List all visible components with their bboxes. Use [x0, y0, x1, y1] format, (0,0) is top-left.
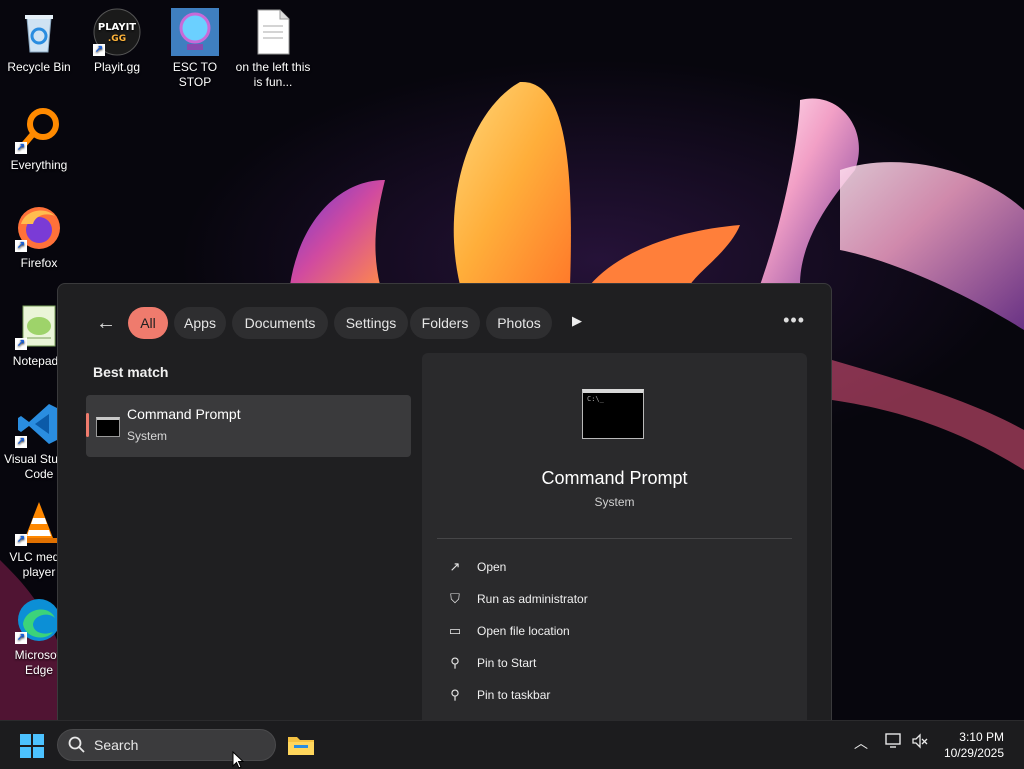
search-filter-bar: ← All Apps Documents Settings Folders Ph…	[88, 306, 811, 340]
svg-text:.GG: .GG	[108, 34, 126, 44]
windows-logo-square	[33, 747, 44, 758]
action-label: Run as administrator	[477, 592, 588, 606]
shortcut-arrow-icon: ↗	[15, 338, 27, 350]
desktop-icon-label: ESC TO STOP	[172, 60, 218, 89]
desktop-icon-playit[interactable]: PLAYIT .GG ↗ Playit.gg	[78, 8, 156, 75]
shortcut-arrow-icon: ↗	[15, 534, 27, 546]
action-pin-to-start[interactable]: ⚲ Pin to Start	[437, 649, 792, 677]
mouse-pointer-icon	[232, 751, 245, 769]
detail-title: Command Prompt	[541, 468, 688, 488]
edge-icon: ↗	[15, 596, 63, 644]
desktop-icon-label: on the left this is fun...	[235, 60, 311, 89]
action-pin-to-taskbar[interactable]: ⚲ Pin to taskbar	[437, 681, 792, 709]
show-hidden-icons-chevron-icon[interactable]: ︿	[854, 733, 868, 753]
vlc-icon: ↗	[15, 498, 63, 546]
windows-logo-icon	[20, 734, 31, 745]
filter-all[interactable]: All	[128, 307, 168, 339]
result-detail-pane: C:\_ Command Prompt System ↗ Open ⛉ Run …	[422, 353, 807, 721]
file-explorer-button[interactable]	[286, 731, 316, 759]
notepad-plus-plus-icon: ↗	[15, 302, 63, 350]
windows-logo-square	[33, 734, 44, 745]
pin-icon: ⚲	[450, 655, 460, 670]
best-match-result[interactable]: Command Prompt System	[86, 395, 411, 457]
filter-documents[interactable]: Documents	[232, 307, 328, 339]
desktop-icon-firefox[interactable]: ↗ Firefox	[0, 204, 78, 271]
action-label: Open	[477, 560, 507, 574]
recycle-bin-icon	[15, 8, 63, 56]
command-prompt-icon	[96, 417, 120, 437]
everything-search-icon: ↗	[15, 106, 63, 154]
firefox-icon: ↗	[15, 204, 63, 252]
action-open-file-location[interactable]: ▭ Open file location	[437, 617, 792, 645]
back-arrow-icon[interactable]: ←	[94, 312, 118, 336]
volume-muted-icon[interactable]	[911, 733, 929, 752]
filter-photos[interactable]: Photos	[486, 307, 552, 339]
desktop-icon-esc-to-stop[interactable]: ESC TO STOP	[156, 8, 234, 90]
search-icon	[68, 736, 85, 753]
clock-time: 3:10 PM	[959, 730, 1004, 744]
taskbar: Search ︿ 3:10 PM 10/29/2025	[0, 720, 1024, 769]
svg-text:PLAYIT: PLAYIT	[98, 22, 136, 33]
action-open[interactable]: ↗ Open	[437, 553, 792, 581]
open-external-icon: ↗	[449, 559, 461, 574]
text-file-icon	[249, 8, 297, 56]
windows-logo-square	[20, 747, 31, 758]
desktop-icon-label: Playit.gg	[93, 60, 141, 74]
desktop-icon-recycle-bin[interactable]: Recycle Bin	[0, 8, 78, 75]
divider	[437, 538, 792, 539]
shortcut-arrow-icon: ↗	[15, 142, 27, 154]
shortcut-arrow-icon: ↗	[15, 240, 27, 252]
command-prompt-icon: C:\_	[582, 389, 644, 439]
filter-folders[interactable]: Folders	[410, 307, 480, 339]
start-button[interactable]	[20, 734, 44, 758]
more-options-icon[interactable]: •••	[783, 310, 805, 331]
play-more-filters-icon[interactable]: ▶	[572, 313, 582, 329]
shortcut-arrow-icon: ↗	[15, 632, 27, 644]
action-run-as-administrator[interactable]: ⛉ Run as administrator	[437, 585, 792, 613]
filter-apps[interactable]: Apps	[174, 307, 226, 339]
desktop-icon-label: Everything	[10, 158, 68, 172]
folder-icon	[288, 737, 314, 755]
start-search-panel: ← All Apps Documents Settings Folders Ph…	[57, 283, 832, 721]
shortcut-arrow-icon: ↗	[93, 44, 105, 56]
clock[interactable]: 3:10 PM 10/29/2025	[944, 729, 1004, 761]
action-label: Pin to Start	[477, 656, 537, 670]
selection-indicator	[86, 413, 89, 437]
shortcut-arrow-icon: ↗	[15, 436, 27, 448]
vscode-icon: ↗	[15, 400, 63, 448]
best-match-heading: Best match	[93, 364, 169, 380]
action-label: Pin to taskbar	[477, 688, 551, 702]
action-label: Open file location	[477, 624, 570, 638]
globe-icon	[171, 8, 219, 56]
detail-subtitle: System	[594, 495, 635, 509]
desktop-icon-text-file[interactable]: on the left this is fun...	[234, 8, 312, 90]
admin-shield-icon: ⛉	[450, 591, 460, 606]
search-placeholder: Search	[94, 737, 139, 753]
desktop-icon-label: Recycle Bin	[7, 60, 71, 74]
desktop-icon-everything[interactable]: ↗ Everything	[0, 106, 78, 173]
filter-settings[interactable]: Settings	[334, 307, 408, 339]
result-subtitle: System	[127, 429, 168, 443]
network-icon[interactable]	[885, 733, 903, 752]
playit-icon: PLAYIT .GG ↗	[93, 8, 141, 56]
desktop-icon-label: Firefox	[20, 256, 58, 270]
pin-icon: ⚲	[450, 687, 460, 702]
folder-icon: ▭	[448, 623, 462, 638]
clock-date: 10/29/2025	[943, 746, 1004, 760]
result-title: Command Prompt	[127, 406, 241, 422]
